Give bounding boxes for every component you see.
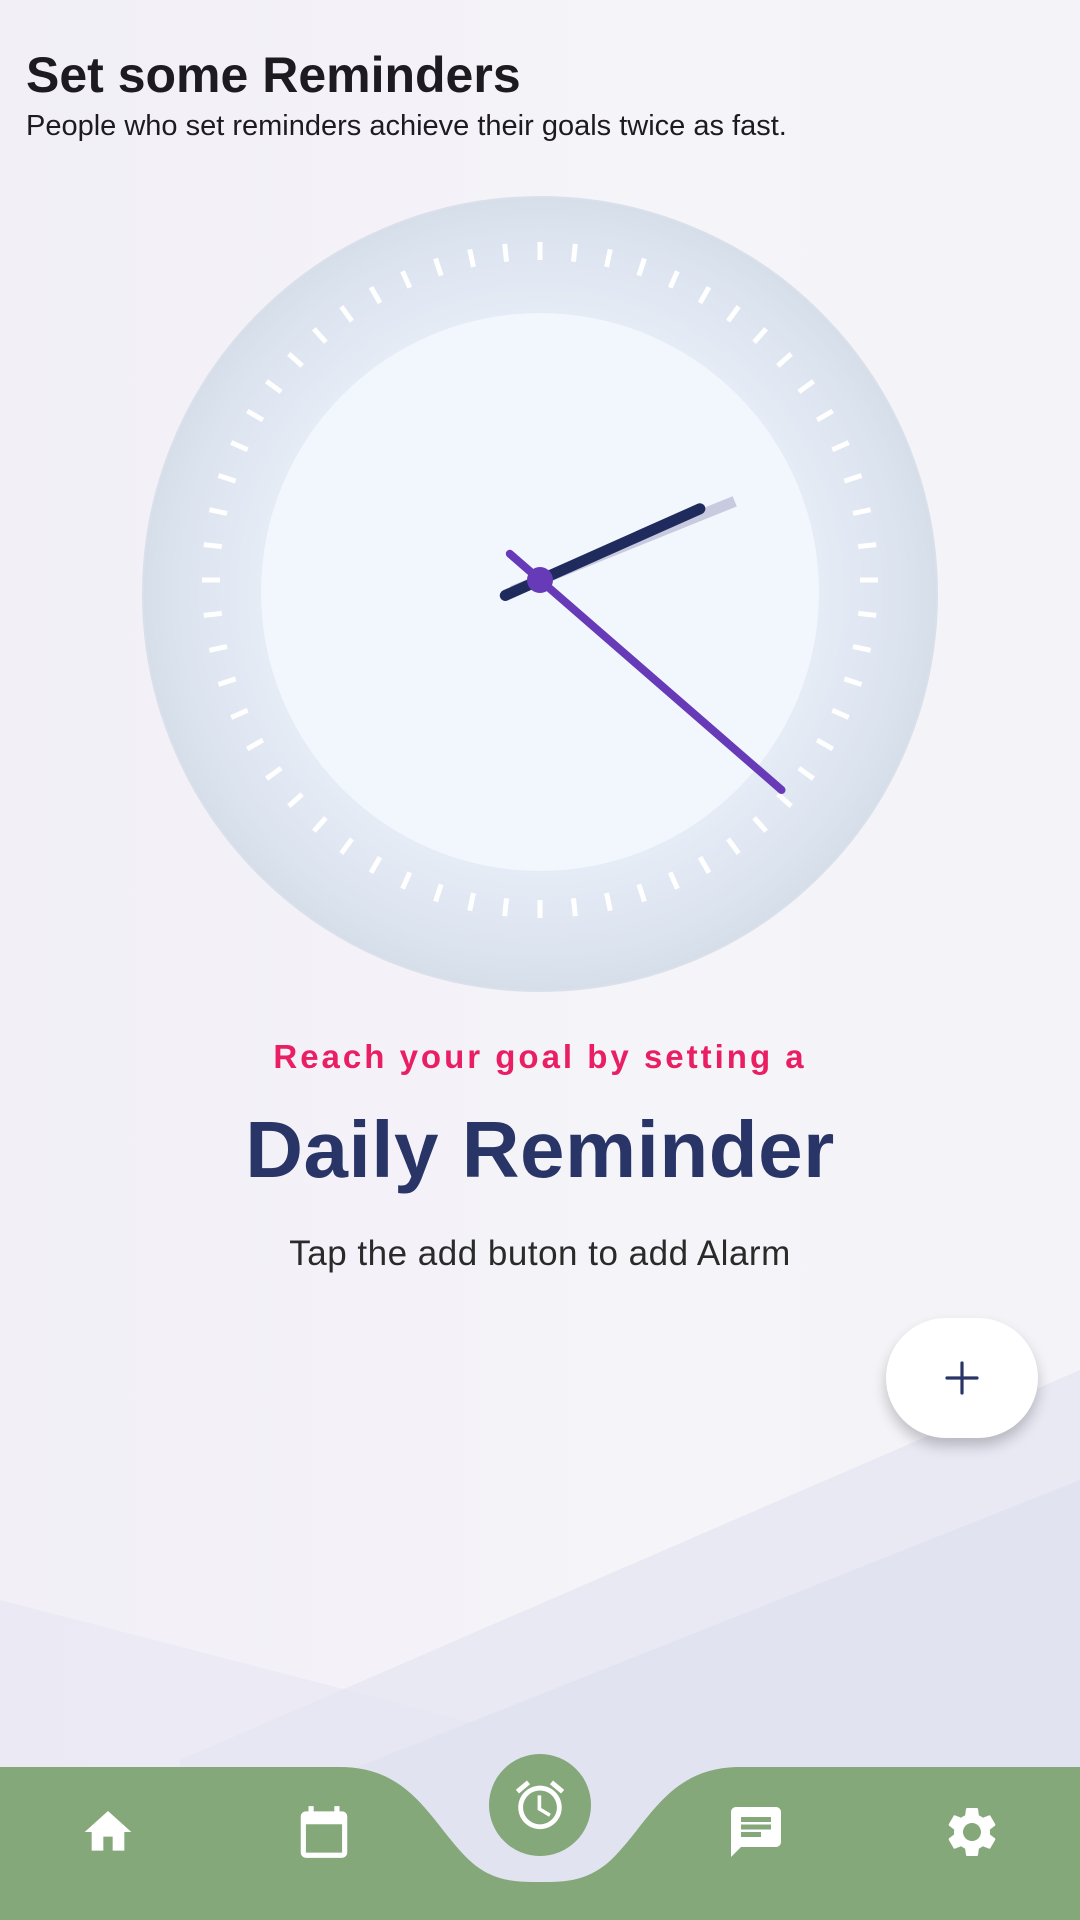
nav-item-calendar[interactable] bbox=[284, 1792, 364, 1872]
clock-tick bbox=[502, 243, 510, 263]
add-alarm-button[interactable] bbox=[886, 1318, 1038, 1438]
nav-item-messages[interactable] bbox=[716, 1792, 796, 1872]
page-subtitle: People who set reminders achieve their g… bbox=[26, 110, 787, 142]
clock-center-dot bbox=[527, 567, 553, 593]
clock-tick bbox=[502, 897, 510, 917]
clock-tick bbox=[570, 897, 578, 917]
analog-clock bbox=[142, 196, 938, 992]
clock-tick bbox=[203, 542, 223, 550]
hint-text: Tap the add buton to add Alarm bbox=[289, 1234, 791, 1273]
nav-item-settings[interactable] bbox=[932, 1792, 1012, 1872]
page-title: Set some Reminders bbox=[26, 47, 521, 103]
clock-tick bbox=[857, 610, 877, 618]
alarm-icon bbox=[515, 1780, 565, 1830]
nav-item-home[interactable] bbox=[68, 1792, 148, 1872]
clock-tick bbox=[570, 243, 578, 263]
home-icon bbox=[84, 1811, 132, 1851]
clock-tick bbox=[203, 610, 223, 618]
plus-icon bbox=[945, 1361, 979, 1395]
headline: Daily Reminder bbox=[245, 1105, 835, 1194]
gear-icon bbox=[948, 1808, 996, 1856]
page-header: Set some Reminders People who set remind… bbox=[26, 46, 787, 144]
calendar-icon bbox=[300, 1806, 348, 1858]
nav-item-alarm[interactable] bbox=[489, 1754, 591, 1856]
clock-tick bbox=[857, 542, 877, 550]
message-icon bbox=[731, 1807, 781, 1857]
tagline: Reach your goal by setting a bbox=[273, 1038, 807, 1075]
